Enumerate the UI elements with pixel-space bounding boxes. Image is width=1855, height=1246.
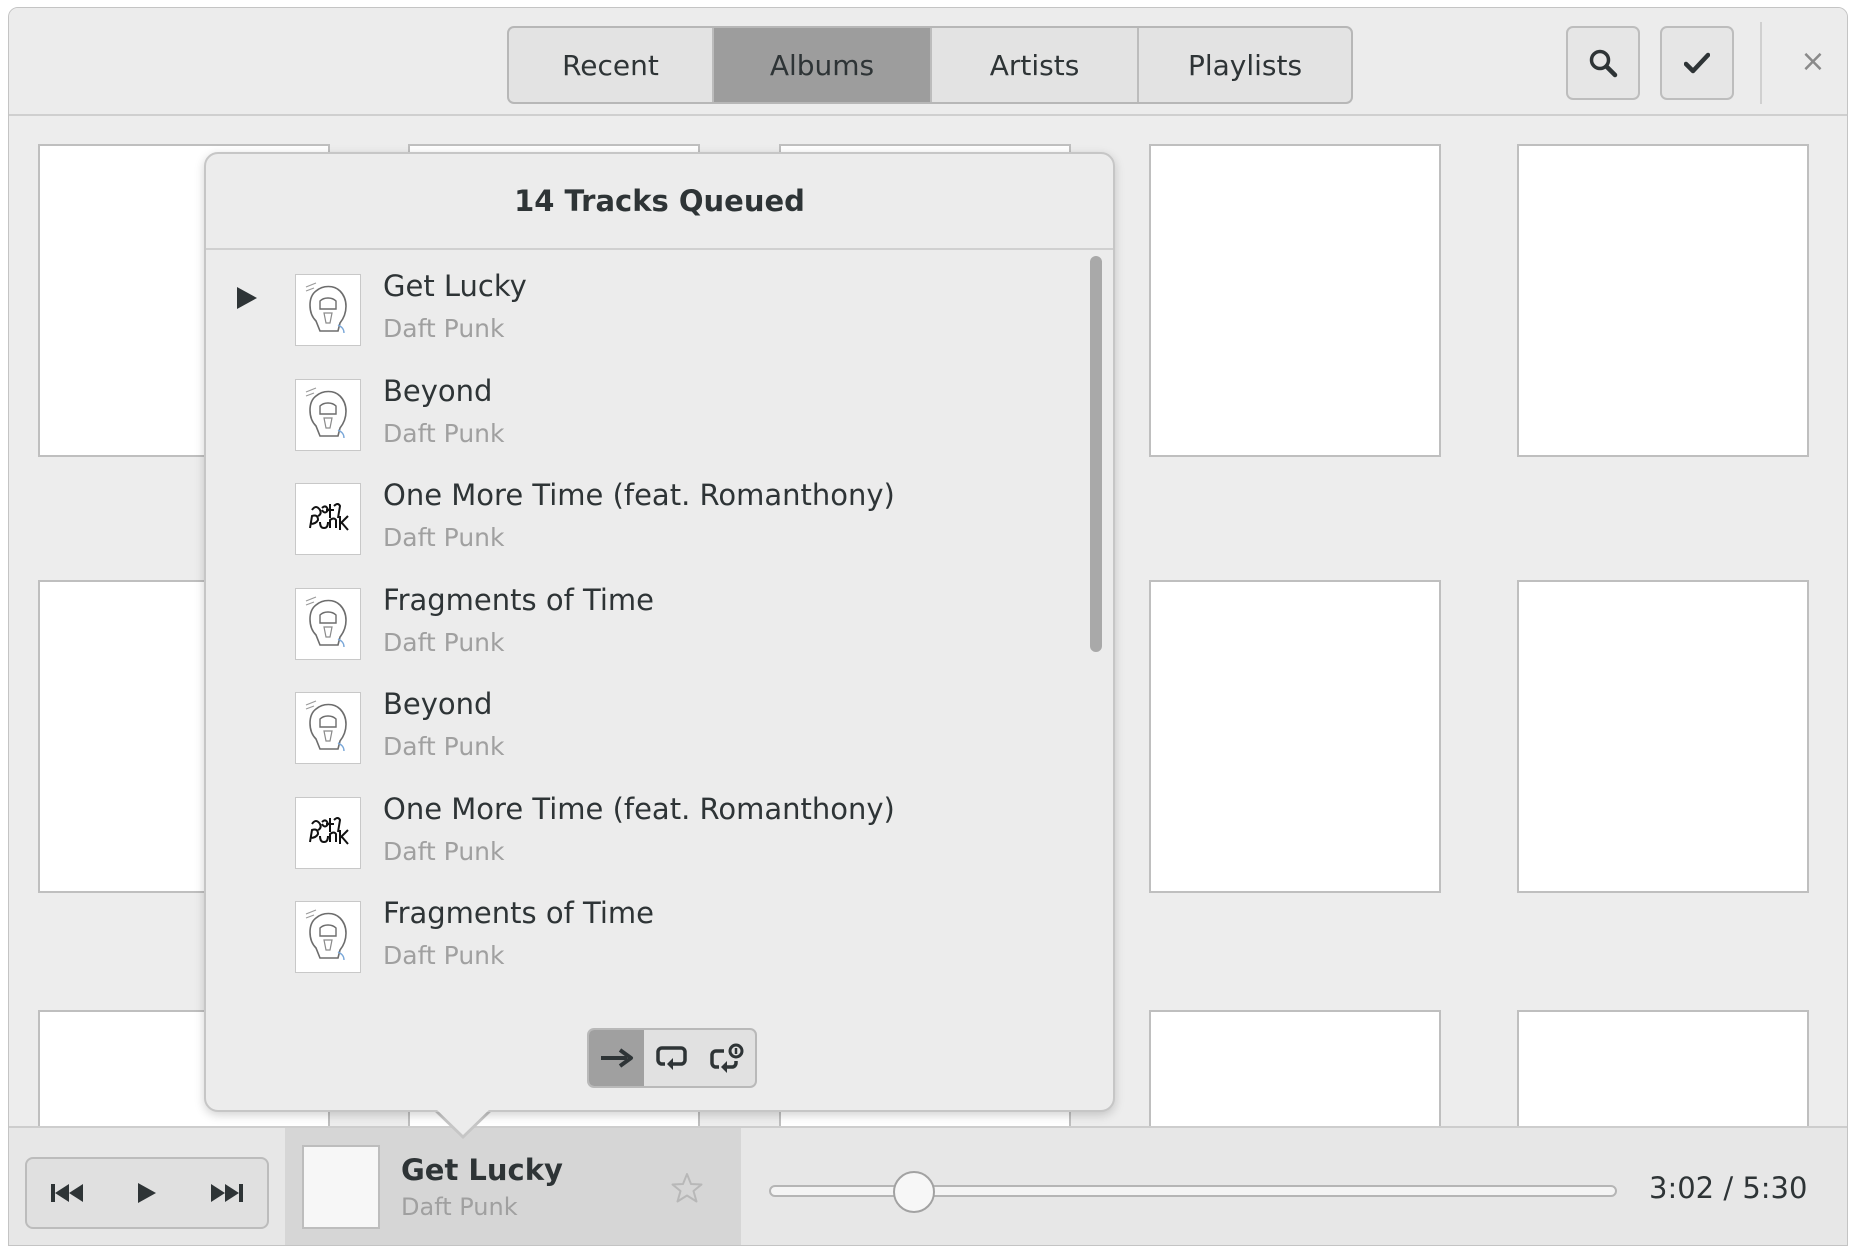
queue-track[interactable]: Fragments of Time Daft Punk <box>206 879 1066 983</box>
queue-track[interactable]: One More Time (feat. Romanthony) Daft Pun… <box>206 461 1066 565</box>
star-icon <box>671 1173 703 1203</box>
queue-track[interactable]: Beyond Daft Punk <box>206 357 1066 461</box>
player-bar: Get Lucky Daft Punk 3:02 / 5:30 <box>9 1126 1847 1245</box>
now-playing-title: Get Lucky <box>401 1153 563 1187</box>
track-artist: Daft Punk <box>383 627 505 657</box>
track-cover <box>295 587 361 660</box>
previous-button[interactable] <box>37 1163 97 1223</box>
now-playing-artist: Daft Punk <box>401 1193 518 1221</box>
time-label: 3:02 / 5:30 <box>1649 1171 1808 1205</box>
play-indicator-icon <box>237 287 257 309</box>
now-playing-indicator <box>236 286 258 314</box>
play-icon <box>138 1183 156 1203</box>
now-playing[interactable]: Get Lucky Daft Punk <box>285 1128 741 1245</box>
track-title: Fragments of Time <box>383 582 654 617</box>
album-cover[interactable] <box>1517 144 1809 457</box>
repeat-mode-switcher <box>587 1028 757 1088</box>
track-cover <box>295 274 361 346</box>
play-button[interactable] <box>117 1163 177 1223</box>
view-switcher: Recent Albums Artists Playlists <box>507 26 1353 104</box>
queue-title: 14 Tracks Queued <box>206 154 1113 250</box>
track-cover <box>295 796 361 869</box>
album-art-logo-icon <box>309 503 349 531</box>
album-art-helmet-icon <box>305 909 347 961</box>
search-button[interactable] <box>1566 26 1640 100</box>
no-repeat-button[interactable] <box>589 1030 645 1086</box>
track-title: Get Lucky <box>383 269 527 303</box>
close-button[interactable]: × <box>1790 38 1836 84</box>
queue-scrollbar[interactable] <box>1090 256 1102 652</box>
track-title: Beyond <box>383 687 493 721</box>
track-cover <box>295 692 361 764</box>
album-art-helmet-icon <box>305 282 347 334</box>
track-cover <box>295 483 361 555</box>
album-art-logo-icon <box>309 816 349 845</box>
track-cover <box>295 378 361 451</box>
track-artist: Daft Punk <box>383 836 505 866</box>
repeat-one-icon <box>710 1043 744 1073</box>
album-cover[interactable] <box>1149 144 1441 457</box>
track-title: One More Time (feat. Romanthony) <box>383 478 895 512</box>
transport-controls <box>25 1157 269 1229</box>
track-artist: Daft Punk <box>383 523 505 552</box>
search-icon <box>1589 49 1618 78</box>
album-art-helmet-icon <box>305 386 347 438</box>
header-separator <box>1760 22 1762 104</box>
queue-track[interactable]: One More Time (feat. Romanthony) Daft Pun… <box>206 775 1066 879</box>
selection-mode-button[interactable] <box>1660 26 1734 100</box>
repeat-all-icon <box>656 1046 687 1070</box>
next-button[interactable] <box>197 1163 257 1223</box>
header-bar: Recent Albums Artists Playlists × <box>9 8 1847 116</box>
seek-handle[interactable] <box>893 1171 936 1213</box>
album-art-helmet-icon <box>305 700 347 752</box>
seek-bar[interactable] <box>769 1171 1617 1213</box>
favorite-button[interactable] <box>671 1172 703 1207</box>
repeat-all-button[interactable] <box>644 1030 699 1086</box>
album-cover[interactable] <box>1517 580 1809 893</box>
queue-track[interactable]: Fragments of Time Daft Punk <box>206 566 1066 670</box>
tab-recent[interactable]: Recent <box>509 28 714 102</box>
tab-artists[interactable]: Artists <box>932 28 1139 102</box>
tab-albums[interactable]: Albums <box>714 28 932 102</box>
checkmark-icon <box>1684 52 1710 74</box>
track-artist: Daft Punk <box>383 314 505 343</box>
queue-track[interactable]: Get Lucky Daft Punk <box>206 252 1066 356</box>
track-artist: Daft Punk <box>383 732 505 761</box>
queue-track[interactable]: Beyond Daft Punk <box>206 670 1066 774</box>
queue-popover: 14 Tracks Queued Get Lucky Daft Punk Beyo… <box>204 152 1115 1112</box>
track-title: One More Time (feat. Romanthony) <box>383 791 895 826</box>
track-title: Fragments of Time <box>383 896 654 930</box>
track-artist: Daft Punk <box>383 941 505 970</box>
track-cover <box>295 901 361 973</box>
close-icon: × <box>1800 43 1826 79</box>
tab-playlists[interactable]: Playlists <box>1139 28 1351 102</box>
album-cover[interactable] <box>1149 580 1441 893</box>
track-title: Beyond <box>383 373 493 408</box>
album-art-helmet-icon <box>305 595 347 647</box>
now-playing-cover <box>302 1145 380 1229</box>
no-repeat-arrow-icon <box>600 1048 633 1068</box>
next-icon <box>211 1184 243 1202</box>
previous-icon <box>51 1184 83 1202</box>
popover-arrow-fill <box>435 1108 491 1135</box>
repeat-one-button[interactable] <box>700 1030 755 1086</box>
track-artist: Daft Punk <box>383 418 505 448</box>
